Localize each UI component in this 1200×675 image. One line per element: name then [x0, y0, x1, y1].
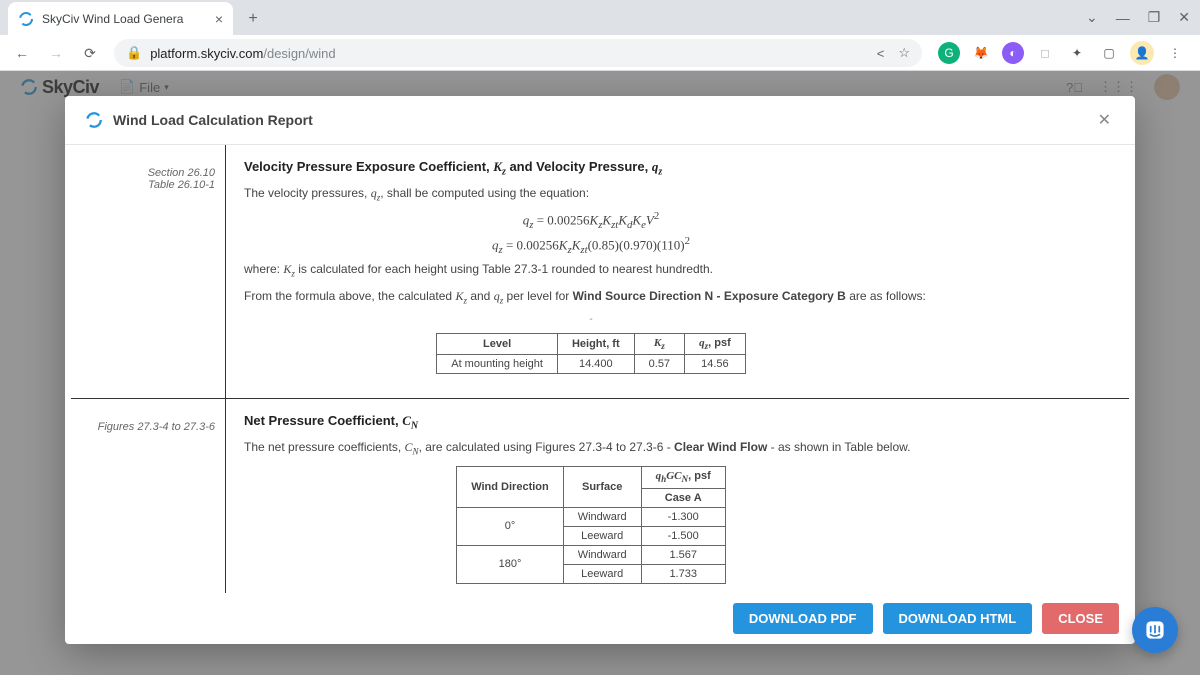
equation: qz = 0.00256KzKzt(0.85)(0.970)(110)2	[244, 235, 938, 256]
report-section-net-pressure: Figures 27.3-4 to 27.3-6 Net Pressure Co…	[71, 399, 1129, 593]
table-header-row: Level Height, ft Kz qz, psf	[437, 333, 746, 354]
report-modal: Wind Load Calculation Report ✕ Section 2…	[65, 96, 1135, 644]
extensions-menu-icon[interactable]: ✦	[1066, 42, 1088, 64]
browser-chrome: SkyCiv Wind Load Genera × + ⌄ — ❐ ✕ ← → …	[0, 0, 1200, 71]
modal-header: Wind Load Calculation Report ✕	[65, 96, 1135, 145]
download-html-button[interactable]: DOWNLOAD HTML	[883, 603, 1033, 634]
metamask-icon[interactable]: 🦊	[970, 42, 992, 64]
chat-launcher-button[interactable]	[1132, 607, 1178, 653]
bookmark-icon[interactable]: ☆	[898, 45, 910, 61]
report-section-velocity-pressure: Section 26.10 Table 26.10-1 Velocity Pre…	[71, 145, 1129, 399]
modal-overlay: Wind Load Calculation Report ✕ Section 2…	[0, 71, 1200, 675]
table-header-row: Wind Direction Surface qhGCN, psf	[457, 467, 726, 488]
restore-icon[interactable]: ❐	[1148, 9, 1161, 26]
close-button[interactable]: CLOSE	[1042, 603, 1119, 634]
section-reference: Section 26.10 Table 26.10-1	[71, 145, 226, 398]
table-continuation-mark: -	[244, 314, 938, 325]
tab-dropdown-icon[interactable]: ⌄	[1086, 9, 1098, 26]
tab-close-icon[interactable]: ×	[215, 11, 223, 27]
modal-footer: DOWNLOAD PDF DOWNLOAD HTML CLOSE	[65, 593, 1135, 644]
section-heading: Velocity Pressure Exposure Coefficient, …	[244, 159, 938, 178]
share-icon[interactable]: <	[877, 46, 885, 61]
extension-icon[interactable]: ▢	[1098, 42, 1120, 64]
table-row: 0° Windward -1.300	[457, 507, 726, 526]
table-row: 180° Windward 1.567	[457, 545, 726, 564]
url-path: /design/wind	[263, 46, 335, 61]
chat-icon	[1143, 618, 1167, 642]
download-pdf-button[interactable]: DOWNLOAD PDF	[733, 603, 873, 634]
net-pressure-table: Wind Direction Surface qhGCN, psf Case A…	[456, 466, 726, 583]
close-window-icon[interactable]: ✕	[1178, 9, 1190, 26]
extension-icon[interactable]: G	[938, 42, 960, 64]
extension-icon[interactable]: ◻	[1034, 42, 1056, 64]
table-row: At mounting height 14.400 0.57 14.56	[437, 354, 746, 373]
forward-button[interactable]: →	[42, 39, 70, 67]
chrome-menu-icon[interactable]: ⋮	[1164, 42, 1186, 64]
new-tab-button[interactable]: +	[239, 5, 267, 33]
equation: qz = 0.00256KzKztKdKeV2	[244, 210, 938, 231]
skyciv-logo-icon	[85, 111, 103, 129]
paragraph: From the formula above, the calculated K…	[244, 287, 938, 308]
lock-icon: 🔒	[126, 45, 142, 61]
paragraph: The net pressure coefficients, CN, are c…	[244, 438, 938, 459]
reload-button[interactable]: ⟳	[76, 39, 104, 67]
back-button[interactable]: ←	[8, 39, 36, 67]
modal-body[interactable]: Section 26.10 Table 26.10-1 Velocity Pre…	[65, 145, 1135, 593]
section-content: Net Pressure Coefficient, CN The net pre…	[226, 399, 956, 593]
paragraph: The velocity pressures, qz, shall be com…	[244, 184, 938, 205]
modal-close-icon[interactable]: ✕	[1094, 110, 1115, 130]
section-heading: Net Pressure Coefficient, CN	[244, 413, 938, 432]
url-host: platform.skyciv.com	[150, 46, 263, 61]
section-reference: Figures 27.3-4 to 27.3-6	[71, 399, 226, 593]
extension-area: G 🦊 ◐ ◻ ✦ ▢ 👤 ⋮	[932, 41, 1192, 65]
modal-title: Wind Load Calculation Report	[113, 112, 313, 128]
nav-bar: ← → ⟳ 🔒 platform.skyciv.com/design/wind …	[0, 35, 1200, 71]
address-bar[interactable]: 🔒 platform.skyciv.com/design/wind < ☆	[114, 39, 922, 67]
tab-title: SkyCiv Wind Load Genera	[42, 12, 207, 26]
browser-tab[interactable]: SkyCiv Wind Load Genera ×	[8, 2, 233, 35]
paragraph: where: Kz is calculated for each height …	[244, 260, 938, 281]
minimize-icon[interactable]: —	[1116, 10, 1130, 26]
extension-icon[interactable]: ◐	[1002, 42, 1024, 64]
section-content: Velocity Pressure Exposure Coefficient, …	[226, 145, 956, 398]
skyciv-favicon	[18, 11, 34, 27]
velocity-pressure-table: Level Height, ft Kz qz, psf At mounting …	[436, 333, 746, 374]
tab-bar: SkyCiv Wind Load Genera × + ⌄ — ❐ ✕	[0, 0, 1200, 35]
profile-avatar[interactable]: 👤	[1130, 41, 1154, 65]
